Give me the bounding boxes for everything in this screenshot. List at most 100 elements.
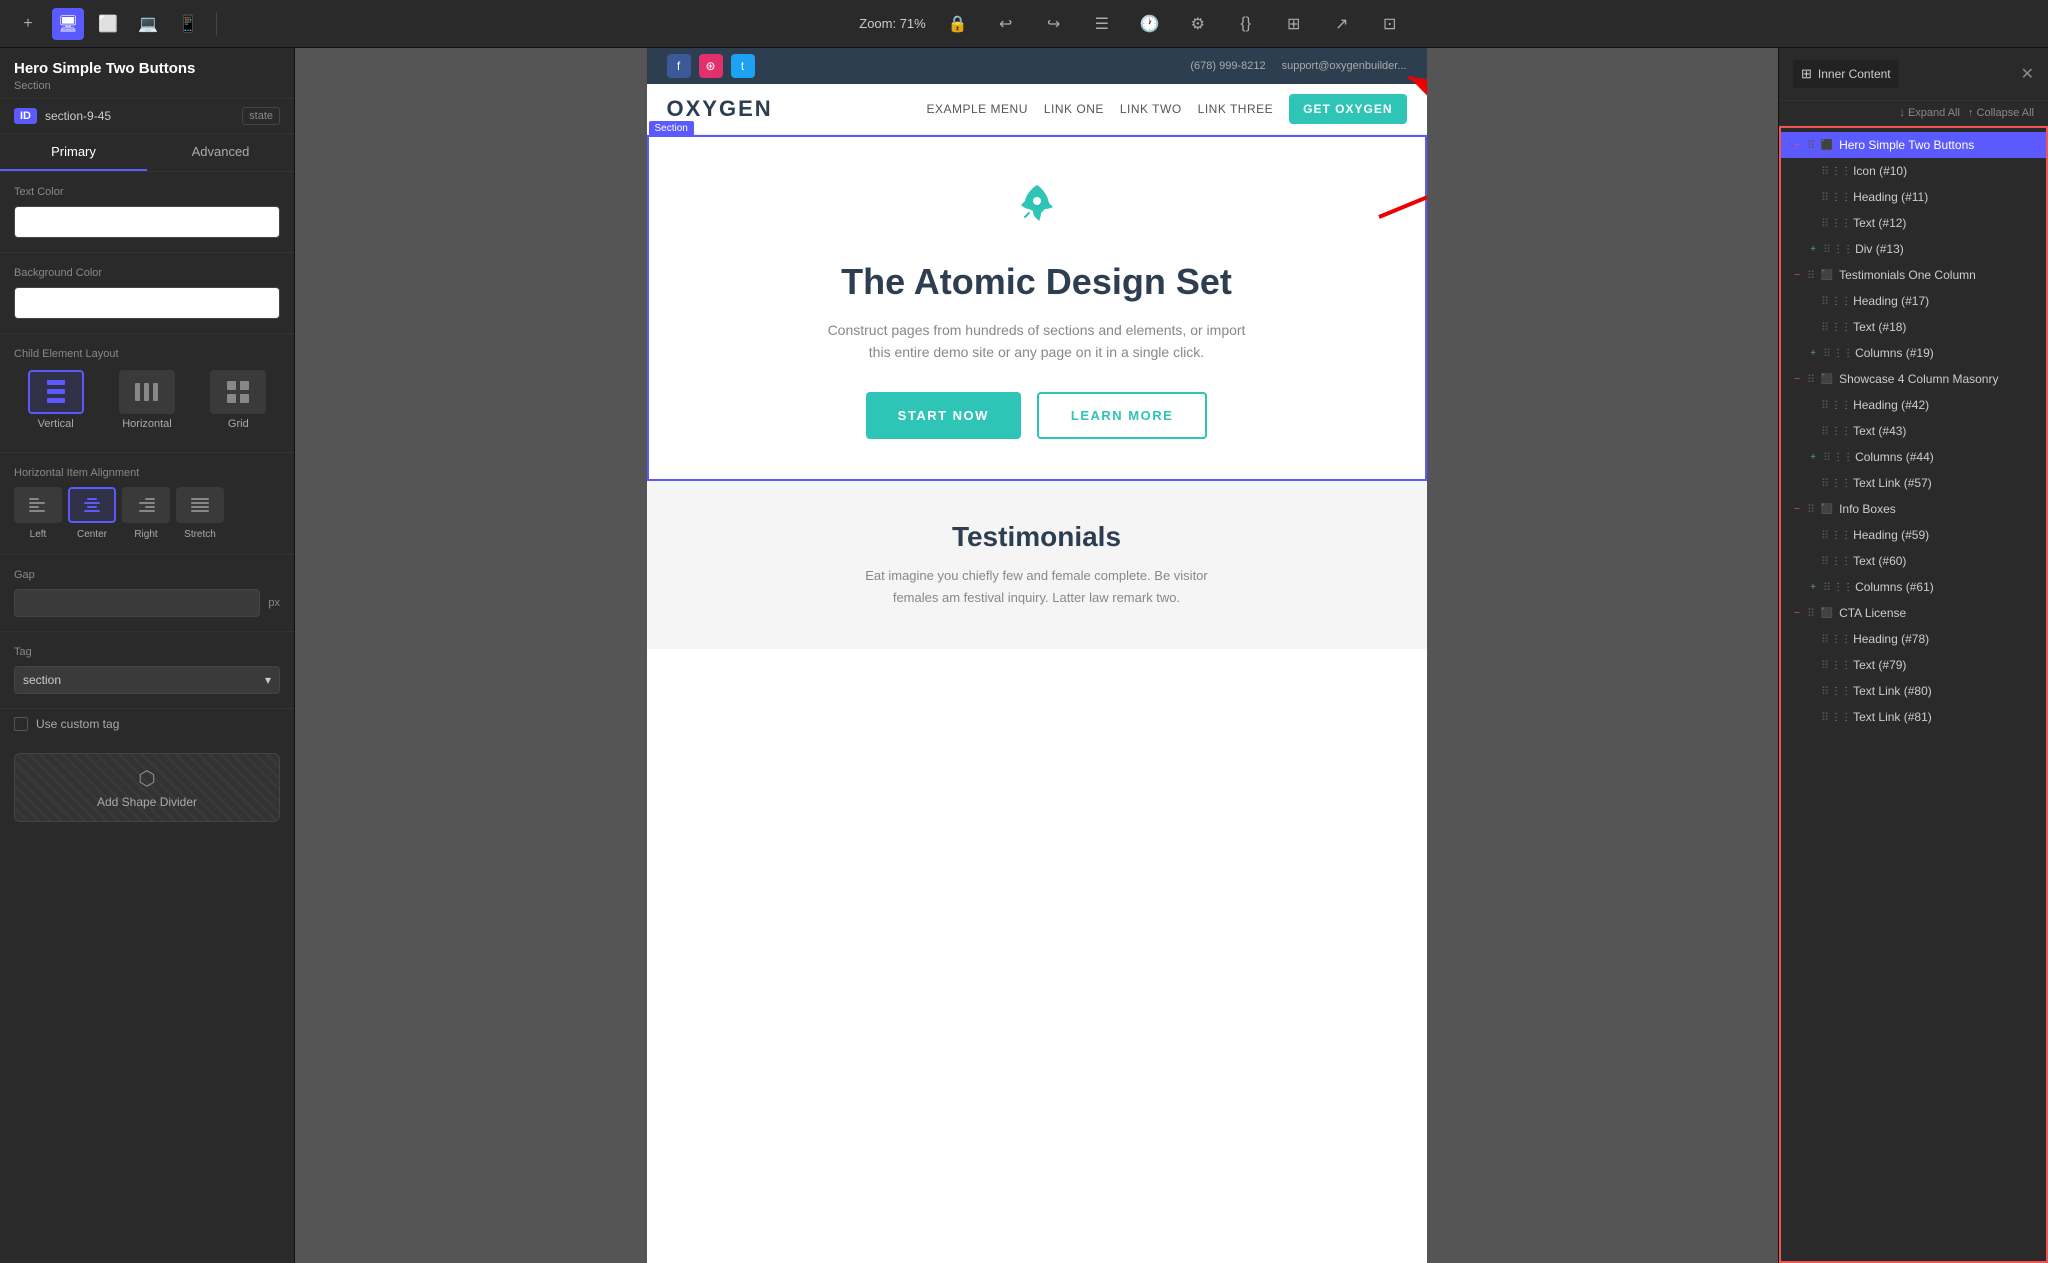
laptop-view-button[interactable]: 💻 [132,8,164,40]
tab-primary[interactable]: Primary [0,134,147,171]
toolbar-divider-1 [216,12,217,36]
tablet-view-button[interactable]: ⬜ [92,8,124,40]
expand-icon[interactable]: + [1805,449,1821,465]
inner-content-label: Inner Content [1818,67,1891,81]
twitter-icon[interactable]: t [731,54,755,78]
tree-item-label: Info Boxes [1839,502,1896,516]
history-button[interactable]: ☰ [1086,8,1118,40]
drag-handle: ⠿ [1821,165,1829,178]
element-node-icon: ⋮⋮ [1835,345,1851,361]
tree-item-heading-59[interactable]: ⠿⋮⋮Heading (#59) [1781,522,2046,548]
element-node-icon: ⋮⋮ [1833,527,1849,543]
revisions-button[interactable]: 🕐 [1134,8,1166,40]
redo-button[interactable]: ↪ [1038,8,1070,40]
tree-item-label: Text (#43) [1853,424,1906,438]
collapse-icon[interactable]: − [1789,137,1805,153]
tree-item-showcase-4-column-masonry[interactable]: −⠿⬛Showcase 4 Column Masonry [1781,366,2046,392]
tree-item-text-60[interactable]: ⠿⋮⋮Text (#60) [1781,548,2046,574]
expand-icon[interactable]: + [1805,345,1821,361]
tree-item-text-link-81[interactable]: ⠿⋮⋮Text Link (#81) [1781,704,2046,730]
bg-color-section: Background Color [0,253,294,334]
tree-item-text-43[interactable]: ⠿⋮⋮Text (#43) [1781,418,2046,444]
bg-color-swatch[interactable] [14,287,280,319]
tree-item-text-18[interactable]: ⠿⋮⋮Text (#18) [1781,314,2046,340]
tree-item-heading-11[interactable]: ⠿⋮⋮Heading (#11) [1781,184,2046,210]
menu-link-one[interactable]: LINK ONE [1044,102,1104,116]
facebook-icon[interactable]: f [667,54,691,78]
responsive-button[interactable]: ⊡ [1374,8,1406,40]
collapse-icon[interactable]: − [1789,371,1805,387]
align-right-label: Right [134,529,157,540]
gap-input[interactable] [14,589,260,617]
grid-button[interactable]: ⊞ [1278,8,1310,40]
tree-item-columns-44[interactable]: +⠿⋮⋮Columns (#44) [1781,444,2046,470]
child-layout-label: Child Element Layout [14,348,280,360]
element-node-icon: ⋮⋮ [1833,215,1849,231]
expand-icon[interactable]: + [1805,579,1821,595]
tree-item-icon-10[interactable]: ⠿⋮⋮Icon (#10) [1781,158,2046,184]
export-button[interactable]: ↗ [1326,8,1358,40]
tree-item-label: Heading (#59) [1853,528,1929,542]
state-badge[interactable]: state [242,107,280,125]
align-center-btn[interactable] [68,487,116,523]
menu-cta-button[interactable]: GET OXYGEN [1289,94,1406,124]
collapse-icon[interactable]: − [1789,267,1805,283]
tree-item-hero-simple-two-buttons[interactable]: −⠿⬛Hero Simple Two Buttons [1781,132,2046,158]
tree-item-info-boxes[interactable]: −⠿⬛Info Boxes [1781,496,2046,522]
align-right-btn[interactable] [122,487,170,523]
phone-view-button[interactable]: 📱 [172,8,204,40]
collapse-icon[interactable]: − [1789,605,1805,621]
tree-item-label: Text Link (#57) [1853,476,1932,490]
tree-item-cta-license[interactable]: −⠿⬛CTA License [1781,600,2046,626]
learn-more-button[interactable]: LEARN MORE [1037,392,1207,439]
tree-item-div-13[interactable]: +⠿⋮⋮Div (#13) [1781,236,2046,262]
tree-item-text-12[interactable]: ⠿⋮⋮Text (#12) [1781,210,2046,236]
tree-item-heading-42[interactable]: ⠿⋮⋮Heading (#42) [1781,392,2046,418]
tree-item-text-link-80[interactable]: ⠿⋮⋮Text Link (#80) [1781,678,2046,704]
layout-horizontal[interactable]: Horizontal [105,370,188,430]
tree-item-label: Text (#79) [1853,658,1906,672]
code-button[interactable]: {} [1230,8,1262,40]
start-now-button[interactable]: START NOW [866,392,1021,439]
layout-vertical[interactable]: Vertical [14,370,97,430]
menu-example[interactable]: EXAMPLE MENU [927,102,1028,116]
align-left-btn[interactable] [14,487,62,523]
hero-buttons: START NOW LEARN MORE [669,392,1405,439]
collapse-all-button[interactable]: ↑ Collapse All [1968,107,2034,119]
inner-content-icon: ⊞ [1801,66,1812,82]
tag-select[interactable]: section ▾ [14,666,280,694]
layout-grid[interactable]: Grid [197,370,280,430]
drag-handle: ⠿ [1821,191,1829,204]
expand-icon[interactable]: + [1805,241,1821,257]
element-node-icon: ⋮⋮ [1833,397,1849,413]
tree-item-text-link-57[interactable]: ⠿⋮⋮Text Link (#57) [1781,470,2046,496]
settings-button[interactable]: ⚙ [1182,8,1214,40]
tree-item-label: Text Link (#81) [1853,710,1932,724]
toolbar-center: Zoom: 71% 🔒 ↩ ↪ ☰ 🕐 ⚙ {} ⊞ ↗ ⊡ [229,8,2036,40]
custom-tag-row: Use custom tag [0,709,294,739]
tree-item-heading-78[interactable]: ⠿⋮⋮Heading (#78) [1781,626,2046,652]
desktop-view-button[interactable]: 🖥 [52,8,84,40]
tree-item-columns-19[interactable]: +⠿⋮⋮Columns (#19) [1781,340,2046,366]
hero-section[interactable]: Section The Atomic Design Set Construct … [647,135,1427,481]
collapse-icon[interactable]: − [1789,501,1805,517]
undo-button[interactable]: ↩ [990,8,1022,40]
add-element-button[interactable]: + [12,8,44,40]
instagram-icon[interactable]: ⊛ [699,54,723,78]
add-shape-divider-button[interactable]: ⬡ Add Shape Divider [14,753,280,822]
menu-link-three[interactable]: LINK THREE [1198,102,1273,116]
tree-item-heading-17[interactable]: ⠿⋮⋮Heading (#17) [1781,288,2046,314]
align-stretch-btn[interactable] [176,487,224,523]
tree-item-testimonials-one-column[interactable]: −⠿⬛Testimonials One Column [1781,262,2046,288]
lock-button[interactable]: 🔒 [942,8,974,40]
custom-tag-checkbox[interactable] [14,717,28,731]
tab-advanced[interactable]: Advanced [147,134,294,171]
topbar-phone: (678) 999-8212 [1190,60,1265,72]
text-color-swatch[interactable] [14,206,280,238]
tree-item-text-79[interactable]: ⠿⋮⋮Text (#79) [1781,652,2046,678]
menu-link-two[interactable]: LINK TWO [1120,102,1182,116]
tree-item-columns-61[interactable]: +⠿⋮⋮Columns (#61) [1781,574,2046,600]
expand-all-button[interactable]: ↓ Expand All [1899,107,1960,119]
horizontal-icon [119,370,175,414]
close-icon[interactable]: ✕ [2021,64,2034,84]
